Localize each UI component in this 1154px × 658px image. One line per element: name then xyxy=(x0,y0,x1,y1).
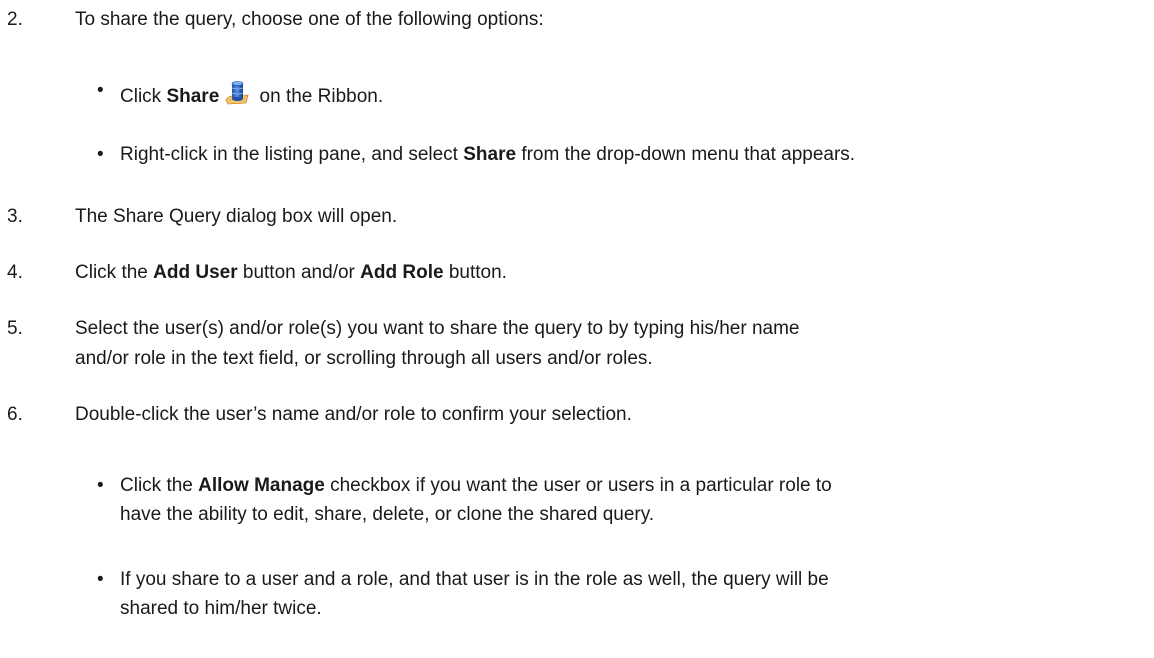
step-text: Double-click the user’s name and/or role… xyxy=(75,404,632,425)
step-number: 2. xyxy=(7,9,23,30)
step-number: 4. xyxy=(7,262,23,283)
bullet-text-line-1: If you share to a user and a role, and t… xyxy=(120,569,829,590)
add-role-label: Add Role xyxy=(360,262,444,283)
bullet-glyph: • xyxy=(97,475,104,496)
bullet-text-line-2: have the ability to edit, share, delete,… xyxy=(120,504,655,525)
step-number: 6. xyxy=(7,404,23,425)
text-run: Right-click in the listing pane, and sel… xyxy=(120,144,464,165)
add-user-label: Add User xyxy=(153,262,238,283)
text-run: button and/or xyxy=(237,262,361,283)
step-text: The Share Query dialog box will open. xyxy=(75,206,398,227)
text-run: on the Ribbon. xyxy=(254,86,384,107)
step-text: Click the Add User button and/or Add Rol… xyxy=(75,262,507,284)
text-run: from the drop-down menu that appears. xyxy=(516,144,856,165)
text-run: Click the xyxy=(120,475,199,496)
share-label: Share xyxy=(463,144,517,165)
bullet-text-line-1: Click the Allow Manage checkbox if you w… xyxy=(120,475,832,497)
bullet-text: Right-click in the listing pane, and sel… xyxy=(120,144,855,166)
step-text-line-2: and/or role in the text field, or scroll… xyxy=(75,348,653,369)
share-database-icon xyxy=(224,80,250,112)
text-run: button. xyxy=(443,262,507,283)
allow-manage-label: Allow Manage xyxy=(198,475,325,496)
step-number: 5. xyxy=(7,318,23,339)
text-run: Click xyxy=(120,86,167,107)
step-text: To share the query, choose one of the fo… xyxy=(75,9,544,30)
bullet-text: Click Share on the Ribbon. xyxy=(120,80,383,112)
text-run: Click the xyxy=(75,262,154,283)
bullet-glyph: • xyxy=(97,144,104,165)
document-page: { "steps": [ { "number": "2.", "text": "… xyxy=(0,0,1154,658)
share-label: Share xyxy=(166,86,220,107)
bullet-glyph: • xyxy=(97,569,104,590)
step-text-line-1: Select the user(s) and/or role(s) you wa… xyxy=(75,318,800,339)
bullet-glyph: • xyxy=(97,80,104,101)
bullet-text-line-2: shared to him/her twice. xyxy=(120,598,322,619)
step-number: 3. xyxy=(7,206,23,227)
text-run: checkbox if you want the user or users i… xyxy=(324,475,832,496)
